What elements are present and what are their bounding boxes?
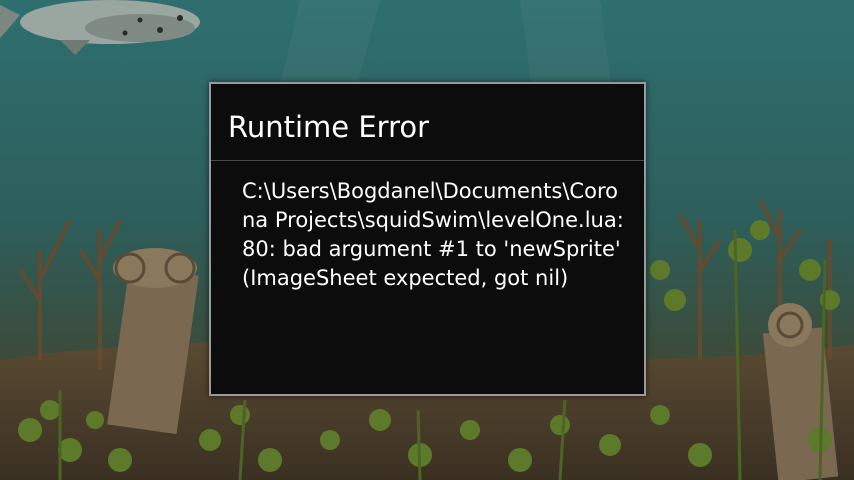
error-message: C:\Users\Bogdanel\Documents\Corona Proje… bbox=[242, 179, 624, 290]
runtime-error-dialog: Runtime Error C:\Users\Bogdanel\Document… bbox=[209, 82, 646, 396]
dialog-title: Runtime Error bbox=[211, 84, 644, 161]
